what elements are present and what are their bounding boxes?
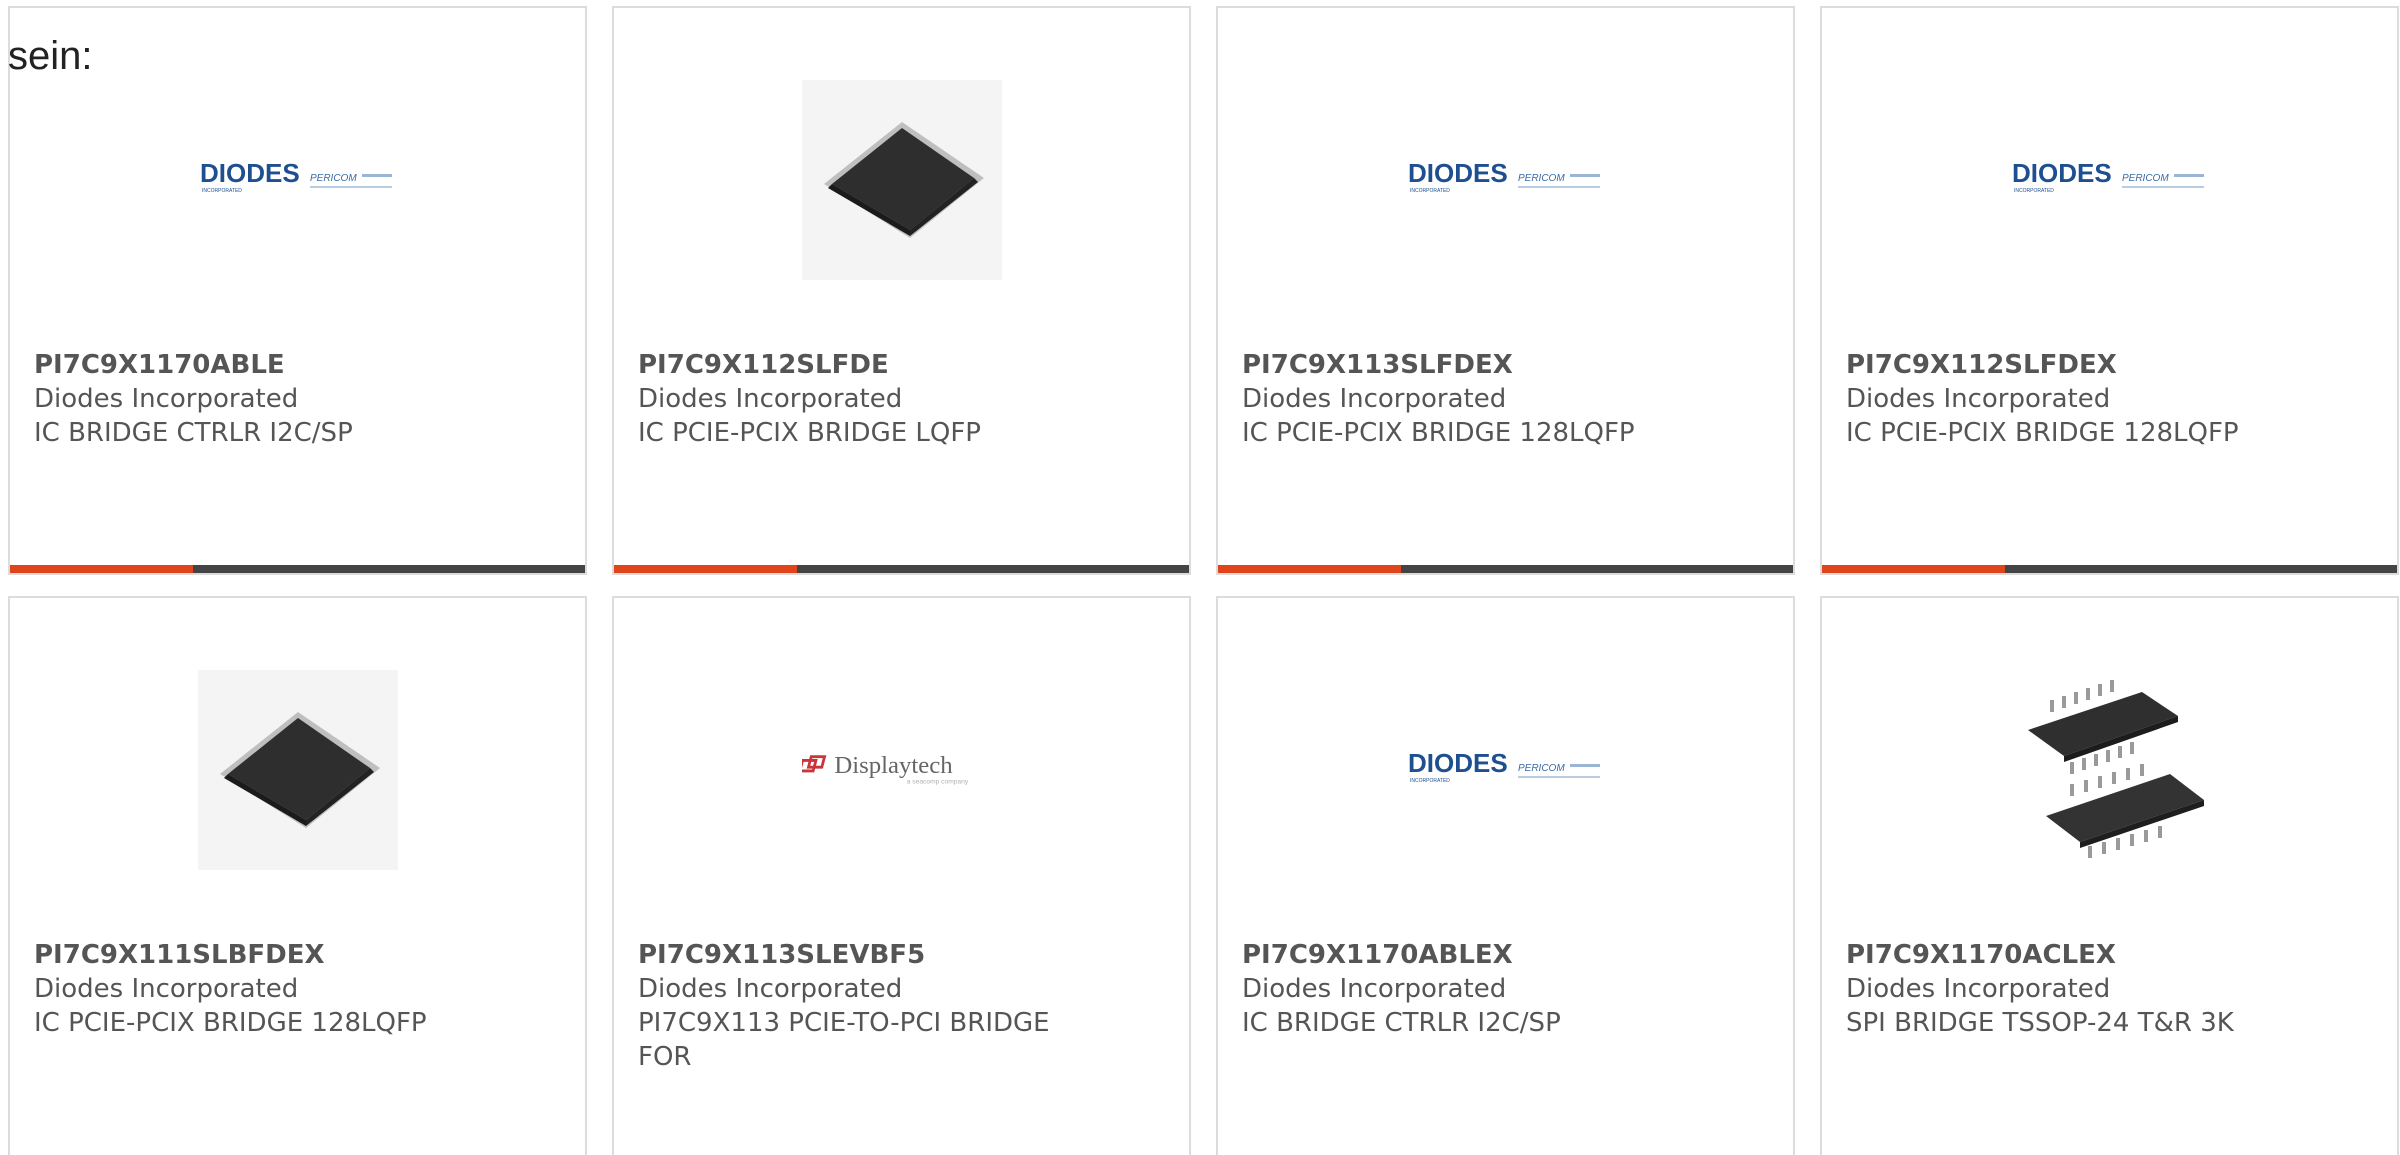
product-image [197, 670, 398, 870]
product-image: DIODES INCORPORATED PERICOM [2010, 80, 2210, 280]
manufacturer: Diodes Incorporated [638, 384, 903, 414]
svg-text:PERICOM: PERICOM [310, 173, 357, 184]
svg-text:DIODES: DIODES [200, 158, 300, 188]
svg-text:Displaytech: Displaytech [834, 752, 953, 779]
product-grid: DIODES INCORPORATED PERICOM PI7C9X1170AB… [8, 6, 2400, 1155]
description: IC PCIE-PCIX BRIDGE 128LQFP [1242, 418, 1635, 448]
part-number[interactable]: PI7C9X112SLFDE [638, 348, 1165, 382]
accent-red-segment [614, 565, 797, 573]
part-number[interactable]: PI7C9X112SLFDEX [1846, 348, 2373, 382]
product-info: PI7C9X1170ABLEX Diodes Incorporated IC B… [1242, 938, 1769, 1040]
product-info: PI7C9X112SLFDEX Diodes Incorporated IC P… [1846, 348, 2373, 450]
product-image [801, 80, 1002, 280]
card-accent-bar [1218, 565, 1793, 573]
product-card[interactable]: DIODES INCORPORATED PERICOM PI7C9X1170AB… [1216, 596, 1795, 1155]
description: IC BRIDGE CTRLR I2C/SP [1242, 1008, 1561, 1038]
product-info: PI7C9X113SLFDEX Diodes Incorporated IC P… [1242, 348, 1769, 450]
product-card[interactable]: DIODES INCORPORATED PERICOM PI7C9X112SLF… [1820, 6, 2399, 575]
part-number[interactable]: PI7C9X1170ACLEX [1846, 938, 2373, 972]
description: IC PCIE-PCIX BRIDGE LQFP [638, 418, 981, 448]
manufacturer: Diodes Incorporated [1846, 974, 2111, 1004]
card-accent-bar [10, 565, 585, 573]
svg-text:DIODES: DIODES [1408, 748, 1508, 778]
tssop-chips-icon [2009, 670, 2210, 870]
lqfp-chip-icon [801, 80, 1002, 280]
part-number[interactable]: PI7C9X1170ABLE [34, 348, 561, 382]
product-image: DIODES INCORPORATED PERICOM [198, 80, 398, 280]
svg-text:PERICOM: PERICOM [2122, 173, 2169, 184]
product-card[interactable]: PI7C9X1170ACLEX Diodes Incorporated SPI … [1820, 596, 2399, 1155]
svg-text:PERICOM: PERICOM [1518, 173, 1565, 184]
card-accent-bar [1822, 565, 2397, 573]
diodes-pericom-logo-icon: DIODES INCORPORATED PERICOM [2012, 158, 2204, 194]
product-card[interactable]: Displaytech a seacomp company PI7C9X113S… [612, 596, 1191, 1155]
part-number[interactable]: PI7C9X111SLBFDEX [34, 938, 561, 972]
svg-text:a seacomp company: a seacomp company [906, 778, 968, 785]
svg-text:PERICOM: PERICOM [1518, 763, 1565, 774]
part-number[interactable]: PI7C9X1170ABLEX [1242, 938, 1769, 972]
product-image: DIODES INCORPORATED PERICOM [1406, 80, 1606, 280]
manufacturer: Diodes Incorporated [34, 384, 299, 414]
svg-text:INCORPORATED: INCORPORATED [202, 188, 242, 194]
product-card[interactable]: DIODES INCORPORATED PERICOM PI7C9X113SLF… [1216, 6, 1795, 575]
description: IC BRIDGE CTRLR I2C/SP [34, 418, 353, 448]
product-info: PI7C9X113SLEVBF5 Diodes Incorporated PI7… [638, 938, 1165, 1074]
diodes-pericom-logo-icon: DIODES INCORPORATED PERICOM [1408, 748, 1600, 784]
svg-text:INCORPORATED: INCORPORATED [2014, 188, 2054, 194]
description: PI7C9X113 PCIE-TO-PCI BRIDGE FOR [638, 1008, 1050, 1072]
svg-text:INCORPORATED: INCORPORATED [1410, 778, 1450, 784]
accent-red-segment [1218, 565, 1401, 573]
svg-text:INCORPORATED: INCORPORATED [1410, 188, 1450, 194]
product-card[interactable]: PI7C9X111SLBFDEX Diodes Incorporated IC … [8, 596, 587, 1155]
product-grid-page: sein: DIODES INCORPORATED PERICOM PI7C9X… [0, 0, 2400, 1155]
accent-red-segment [1822, 565, 2005, 573]
manufacturer: Diodes Incorporated [1242, 384, 1507, 414]
part-number[interactable]: PI7C9X113SLFDEX [1242, 348, 1769, 382]
description: IC PCIE-PCIX BRIDGE 128LQFP [1846, 418, 2239, 448]
product-image: Displaytech a seacomp company [801, 670, 1002, 870]
description: SPI BRIDGE TSSOP-24 T&R 3K [1846, 1008, 2234, 1038]
accent-red-segment [10, 565, 193, 573]
card-accent-bar [614, 565, 1189, 573]
manufacturer: Diodes Incorporated [1846, 384, 2111, 414]
product-info: PI7C9X1170ABLE Diodes Incorporated IC BR… [34, 348, 561, 450]
diodes-pericom-logo-icon: DIODES INCORPORATED PERICOM [200, 158, 392, 194]
diodes-pericom-logo-icon: DIODES INCORPORATED PERICOM [1408, 158, 1600, 194]
product-info: PI7C9X111SLBFDEX Diodes Incorporated IC … [34, 938, 561, 1040]
description: IC PCIE-PCIX BRIDGE 128LQFP [34, 1008, 427, 1038]
intro-text: sein: [8, 34, 93, 78]
svg-text:DIODES: DIODES [1408, 158, 1508, 188]
product-image [2009, 670, 2210, 870]
lqfp-chip-icon [197, 670, 398, 870]
product-card[interactable]: PI7C9X112SLFDE Diodes Incorporated IC PC… [612, 6, 1191, 575]
part-number[interactable]: PI7C9X113SLEVBF5 [638, 938, 1165, 972]
product-info: PI7C9X112SLFDE Diodes Incorporated IC PC… [638, 348, 1165, 450]
product-image: DIODES INCORPORATED PERICOM [1406, 670, 1606, 870]
manufacturer: Diodes Incorporated [34, 974, 299, 1004]
manufacturer: Diodes Incorporated [1242, 974, 1507, 1004]
displaytech-logo-icon: Displaytech a seacomp company [801, 752, 968, 785]
svg-text:DIODES: DIODES [2012, 158, 2112, 188]
manufacturer: Diodes Incorporated [638, 974, 903, 1004]
product-card[interactable]: DIODES INCORPORATED PERICOM PI7C9X1170AB… [8, 6, 587, 575]
product-info: PI7C9X1170ACLEX Diodes Incorporated SPI … [1846, 938, 2373, 1040]
